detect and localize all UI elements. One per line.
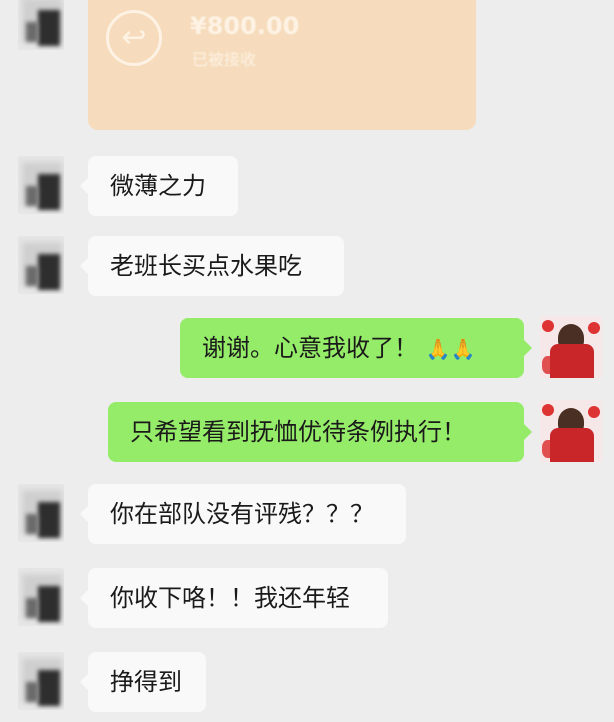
self-avatar[interactable]	[540, 316, 602, 378]
transfer-status: 已被接收	[192, 50, 257, 69]
contact-avatar[interactable]	[18, 156, 64, 214]
message-bubble-incoming[interactable]: 老班长买点水果吃	[80, 236, 344, 296]
contact-avatar[interactable]	[18, 568, 64, 626]
contact-avatar[interactable]	[18, 484, 64, 542]
message-bubble-incoming[interactable]: 你收下咯！！我还年轻	[80, 568, 388, 628]
message-text: 谢谢。心意我收了！	[202, 334, 418, 362]
transfer-card[interactable]: ↩ ¥800.00 已被接收	[88, 0, 476, 130]
message-bubble-incoming[interactable]: 挣得到	[80, 652, 206, 712]
message-bubble-incoming[interactable]: 微薄之力	[80, 156, 238, 216]
message-text: 老班长买点水果吃	[110, 252, 302, 280]
message-bubble-outgoing[interactable]: 只希望看到抚恤优待条例执行！	[108, 402, 532, 462]
contact-avatar[interactable]	[18, 652, 64, 710]
self-avatar[interactable]	[540, 400, 602, 462]
return-arrow-icon: ↩	[106, 10, 162, 66]
message-text: 只希望看到抚恤优待条例执行！	[130, 418, 466, 446]
message-text: 挣得到	[110, 668, 182, 696]
message-bubble-incoming[interactable]: 你在部队没有评残？？？	[80, 484, 406, 544]
pray-emoji-icon: 🙏🙏	[425, 337, 476, 361]
message-bubble-outgoing[interactable]: 谢谢。心意我收了！ 🙏🙏	[180, 318, 532, 378]
message-text: 微薄之力	[110, 172, 206, 200]
transfer-amount: ¥800.00	[190, 12, 300, 40]
contact-avatar[interactable]	[18, 0, 64, 50]
message-text: 你收下咯！！我还年轻	[110, 584, 350, 612]
message-text: 你在部队没有评残？？？	[110, 500, 374, 528]
contact-avatar[interactable]	[18, 236, 64, 294]
